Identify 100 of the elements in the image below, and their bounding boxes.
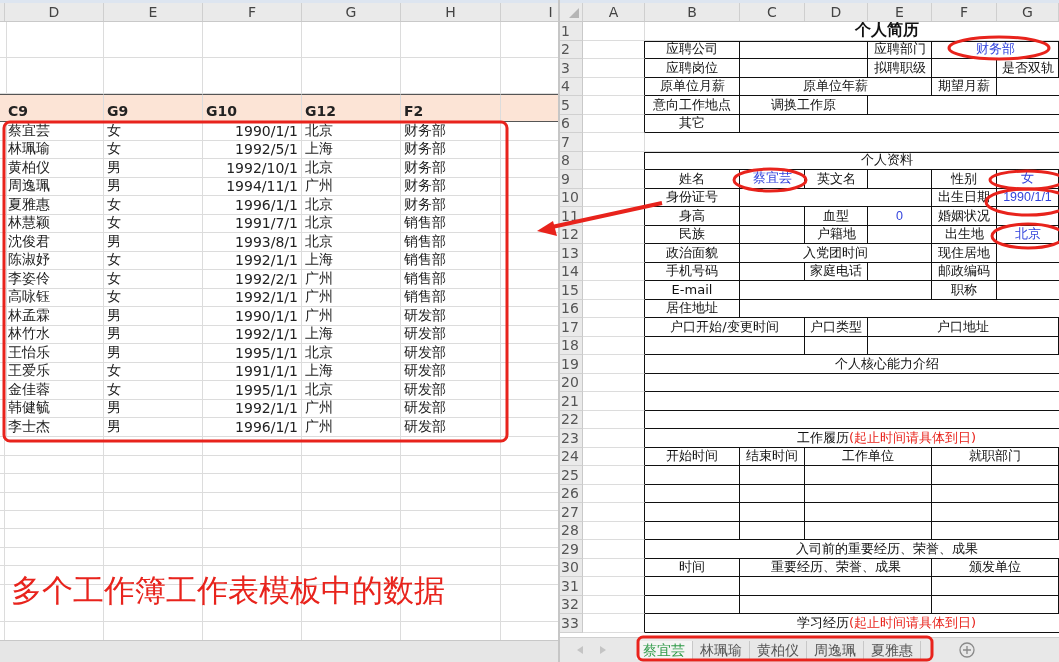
section-heading: 个人资料 — [645, 151, 1059, 170]
row-header[interactable]: 23 — [560, 429, 583, 448]
table-cell: 1991/7/1 — [203, 214, 302, 233]
table-cell: 财务部 — [401, 196, 501, 215]
table-cell: 女 — [104, 214, 203, 233]
column-header[interactable]: H — [401, 3, 501, 21]
table-cell: 1990/1/1 — [203, 307, 302, 326]
section-heading: 学习经历 — [796, 613, 849, 632]
field-label: 结束时间 — [740, 447, 805, 466]
sheet-tab[interactable]: 周逸珮 — [807, 641, 864, 659]
row-header[interactable]: 29 — [560, 540, 583, 559]
column-header[interactable]: D — [5, 3, 104, 21]
table-cell: 1992/1/1 — [203, 251, 302, 270]
field-label: 血型 — [805, 207, 868, 226]
column-header[interactable]: E — [104, 3, 203, 21]
add-sheet-icon[interactable] — [959, 642, 975, 658]
field-value: 女 — [997, 170, 1059, 189]
row-header[interactable]: 31 — [560, 577, 583, 596]
row-header[interactable]: 3 — [560, 59, 583, 78]
table-cell: 广州 — [302, 288, 401, 307]
table-cell: 夏雅惠 — [5, 196, 104, 215]
column-header[interactable]: E — [868, 3, 932, 21]
row-header[interactable]: 19 — [560, 355, 583, 374]
table-cell: 1992/1/1 — [203, 399, 302, 418]
row-header[interactable]: 15 — [560, 281, 583, 300]
table-cell: 上海 — [302, 140, 401, 159]
table-cell: 财务部 — [401, 177, 501, 196]
sheet-tab[interactable]: 林珮瑜 — [693, 641, 750, 659]
sheet-title: 个人简历 — [645, 22, 1059, 41]
table-cell: 研发部 — [401, 307, 501, 326]
column-header[interactable]: C — [740, 3, 805, 21]
field-label: 户口类型 — [805, 318, 868, 337]
sheet-tab[interactable]: 蔡宜芸 — [636, 641, 693, 659]
sheet-tab[interactable]: 夏雅惠 — [864, 641, 921, 659]
form-cell — [583, 392, 645, 411]
form-cell — [583, 114, 645, 133]
table-cell: 女 — [104, 122, 203, 141]
table-cell: 销售部 — [401, 233, 501, 252]
row-header[interactable]: 17 — [560, 318, 583, 337]
table-cell: 1992/5/1 — [203, 140, 302, 159]
form-cell — [583, 484, 645, 503]
row-header[interactable]: 1 — [560, 22, 583, 41]
field-value: 北京 — [997, 225, 1059, 244]
row-header[interactable]: 21 — [560, 392, 583, 411]
table-cell: 韩健毓 — [5, 399, 104, 418]
table-cell: 北京 — [302, 344, 401, 363]
field-label: 出生地 — [932, 225, 997, 244]
field-label: 原单位年薪 — [740, 77, 932, 96]
form-cell — [583, 466, 645, 485]
table-cell: 1991/1/1 — [203, 362, 302, 381]
field-label: 工作单位 — [805, 447, 932, 466]
section-heading: 入司前的重要经历、荣誉、成果 — [645, 540, 1059, 559]
column-header[interactable]: A — [583, 3, 645, 21]
table-cell: 林珮瑜 — [5, 140, 104, 159]
sheet-tab[interactable]: 黄柏仪 — [750, 641, 807, 659]
table-cell: 销售部 — [401, 270, 501, 289]
row-header[interactable]: 13 — [560, 244, 583, 263]
column-header[interactable]: G — [997, 3, 1059, 21]
field-label: 时间 — [645, 558, 740, 577]
table-cell: 女 — [104, 270, 203, 289]
field-label: 家庭电话 — [805, 262, 868, 281]
table-cell: 蔡宜芸 — [5, 122, 104, 141]
header-cell: C9 — [5, 94, 104, 122]
previous-sheet-icon[interactable] — [577, 646, 583, 654]
table-cell: 研发部 — [401, 399, 501, 418]
row-header[interactable]: 7 — [560, 133, 583, 152]
form-cell — [583, 447, 645, 466]
row-header[interactable]: 5 — [560, 96, 583, 115]
row-header[interactable]: 9 — [560, 170, 583, 189]
table-cell: 广州 — [302, 270, 401, 289]
table-cell: 研发部 — [401, 325, 501, 344]
column-header[interactable]: B — [645, 3, 740, 21]
field-label: 应聘部门 — [868, 40, 932, 59]
row-header[interactable]: 25 — [560, 466, 583, 485]
select-all-icon[interactable] — [569, 8, 579, 18]
next-sheet-icon[interactable] — [600, 646, 606, 654]
form-cell — [583, 244, 645, 263]
table-cell: 上海 — [302, 251, 401, 270]
header-cell: F2 — [401, 94, 501, 122]
row-header[interactable]: 33 — [560, 614, 583, 633]
column-header[interactable]: F — [932, 3, 997, 21]
table-cell: 金佳蓉 — [5, 381, 104, 400]
field-label: 户口地址 — [868, 318, 1059, 337]
heading-note: (起止时间请具体到日) — [848, 428, 977, 447]
form-cell — [583, 577, 645, 596]
form-cell — [583, 318, 645, 337]
column-header[interactable]: F — [203, 3, 302, 21]
row-header[interactable]: 27 — [560, 503, 583, 522]
table-cell: 研发部 — [401, 344, 501, 363]
table-cell: 销售部 — [401, 288, 501, 307]
column-header[interactable]: G — [302, 3, 401, 21]
field-label: 调换工作原 — [740, 96, 868, 115]
table-cell: 1994/11/1 — [203, 177, 302, 196]
table-cell: 销售部 — [401, 251, 501, 270]
field-label: 是否双轨 — [997, 59, 1059, 78]
table-cell: 1993/8/1 — [203, 233, 302, 252]
form-cell — [740, 484, 805, 503]
field-label: 政治面貌 — [645, 244, 740, 263]
table-cell: 李士杰 — [5, 418, 104, 437]
column-header[interactable]: D — [805, 3, 868, 21]
